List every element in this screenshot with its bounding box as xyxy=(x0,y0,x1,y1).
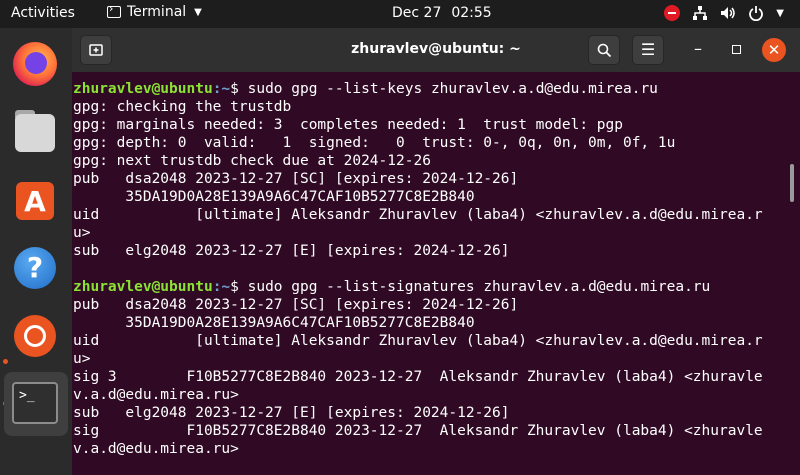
prompt-line: zhuravlev@ubuntu:~$ sudo gpg --list-keys… xyxy=(73,80,763,98)
line-text: u> xyxy=(73,225,91,241)
maximize-icon xyxy=(731,45,741,54)
output-line: uid [ultimate] Aleksandr Zhuravlev (laba… xyxy=(73,332,763,350)
prompt-user: zhuravlev@ubuntu xyxy=(73,279,213,295)
prompt-path: :~ xyxy=(212,279,231,295)
output-line: 35DA19D0A28E139A9A6C47CAF10B5277C8E2B840 xyxy=(73,188,763,206)
line-text: uid [ultimate] Aleksandr Zhuravlev (laba… xyxy=(73,207,763,223)
output-line: sig 3 F10B5277C8E2B840 2023-12-27 Aleksa… xyxy=(73,368,763,386)
search-icon xyxy=(597,43,611,58)
output-line: 35DA19D0A28E139A9A6C47CAF10B5277C8E2B840 xyxy=(73,314,763,332)
line-text: sub elg2048 2023-12-27 [E] [expires: 202… xyxy=(73,243,510,259)
terminal-output[interactable]: zhuravlev@ubuntu:~$ sudo gpg --list-keys… xyxy=(72,72,800,475)
app-menu-label: Terminal xyxy=(127,4,187,20)
output-line: u> xyxy=(73,224,763,242)
output-line: gpg: depth: 0 valid: 1 signed: 0 trust: … xyxy=(73,134,763,152)
output-line: gpg: checking the trustdb xyxy=(73,98,763,116)
files-icon xyxy=(15,114,55,152)
date-label: Dec 27 xyxy=(392,5,442,21)
output-line: uid [ultimate] Aleksandr Zhuravlev (laba… xyxy=(73,206,763,224)
output-line: sig F10B5277C8E2B840 2023-12-27 Aleksand… xyxy=(73,422,763,440)
line-text: 35DA19D0A28E139A9A6C47CAF10B5277C8E2B840 xyxy=(73,315,475,331)
software-icon: A xyxy=(16,182,54,220)
dock-terminal[interactable]: >_ xyxy=(4,372,68,436)
prompt-user: zhuravlev@ubuntu xyxy=(73,81,213,97)
output-line: pub dsa2048 2023-12-27 [SC] [expires: 20… xyxy=(73,170,763,188)
activities-button[interactable]: Activities xyxy=(11,5,75,21)
line-text: pub dsa2048 2023-12-27 [SC] [expires: 20… xyxy=(73,297,519,313)
chevron-down-icon[interactable]: ▼ xyxy=(776,8,784,19)
minimize-icon: – xyxy=(694,39,702,58)
output-line: v.a.d@edu.mirea.ru> xyxy=(73,386,763,404)
output-line: sub elg2048 2023-12-27 [E] [expires: 202… xyxy=(73,404,763,422)
search-button[interactable] xyxy=(588,35,620,65)
dock: A ? >_ xyxy=(0,28,72,475)
line-text: v.a.d@edu.mirea.ru> xyxy=(73,387,239,403)
top-bar: Activities Terminal ▼ Dec 27 02:55 ▼ xyxy=(0,0,800,28)
line-text: u> xyxy=(73,351,91,367)
line-text: gpg: next trustdb check due at 2024-12-2… xyxy=(73,153,431,169)
help-icon: ? xyxy=(14,247,56,289)
hamburger-icon: ☰ xyxy=(640,40,656,59)
line-text: gpg: checking the trustdb xyxy=(73,99,292,115)
system-tray[interactable]: ▼ xyxy=(664,5,784,21)
line-text: $ sudo gpg --list-keys zhuravlev.a.d@edu… xyxy=(230,81,658,97)
dock-help[interactable]: ? xyxy=(11,244,59,292)
power-icon[interactable] xyxy=(748,5,764,21)
line-text: 35DA19D0A28E139A9A6C47CAF10B5277C8E2B840 xyxy=(73,189,475,205)
line-text: sig F10B5277C8E2B840 2023-12-27 Aleksand… xyxy=(73,423,763,439)
line-text: sig 3 F10B5277C8E2B840 2023-12-27 Aleksa… xyxy=(73,369,763,385)
volume-icon[interactable] xyxy=(720,5,736,21)
close-icon: ✕ xyxy=(767,41,781,59)
output-line: gpg: marginals needed: 3 completes neede… xyxy=(73,116,763,134)
scrollbar[interactable] xyxy=(790,164,794,202)
minimize-button[interactable]: – xyxy=(686,38,710,62)
output-line: sub elg2048 2023-12-27 [E] [expires: 202… xyxy=(73,242,763,260)
line-text: v.a.d@edu.mirea.ru> xyxy=(73,441,239,457)
prompt-path: :~ xyxy=(212,81,231,97)
dock-ubuntu[interactable] xyxy=(11,312,59,360)
line-text: pub dsa2048 2023-12-27 [SC] [expires: 20… xyxy=(73,171,519,187)
output-line: pub dsa2048 2023-12-27 [SC] [expires: 20… xyxy=(73,296,763,314)
menu-button[interactable]: ☰ xyxy=(632,35,664,65)
terminal-icon xyxy=(107,2,121,18)
header-bar[interactable]: zhuravlev@ubuntu: ~ ☰ – ✕ xyxy=(72,28,800,72)
output-line: u> xyxy=(73,350,763,368)
prompt-line: zhuravlev@ubuntu:~$ sudo gpg --list-sign… xyxy=(73,278,763,296)
output-line: v.a.d@edu.mirea.ru> xyxy=(73,440,763,458)
terminal-icon: >_ xyxy=(12,382,58,424)
do-not-disturb-icon[interactable] xyxy=(664,5,681,21)
terminal-window: zhuravlev@ubuntu: ~ ☰ – ✕ zhuravlev@ubun… xyxy=(72,28,800,475)
network-icon[interactable] xyxy=(692,5,708,21)
terminal-lines: zhuravlev@ubuntu:~$ sudo gpg --list-keys… xyxy=(73,80,763,458)
line-text: uid [ultimate] Aleksandr Zhuravlev (laba… xyxy=(73,333,763,349)
dock-firefox[interactable] xyxy=(11,40,59,88)
line-text: $ sudo gpg --list-signatures zhuravlev.a… xyxy=(230,279,711,295)
maximize-button[interactable] xyxy=(724,38,748,62)
line-text: gpg: marginals needed: 3 completes neede… xyxy=(73,117,623,133)
time-label: 02:55 xyxy=(451,5,492,21)
clock[interactable]: Dec 27 02:55 xyxy=(392,5,492,21)
dock-files[interactable] xyxy=(11,108,59,156)
output-line: gpg: next trustdb check due at 2024-12-2… xyxy=(73,152,763,170)
close-button[interactable]: ✕ xyxy=(762,38,786,62)
line-text: sub elg2048 2023-12-27 [E] [expires: 202… xyxy=(73,405,510,421)
line-text: gpg: depth: 0 valid: 1 signed: 0 trust: … xyxy=(73,135,676,151)
app-menu-terminal[interactable]: Terminal ▼ xyxy=(107,2,202,20)
dock-ubuntu-software[interactable]: A xyxy=(11,176,59,224)
chevron-down-icon: ▼ xyxy=(194,6,202,18)
running-indicator xyxy=(3,359,8,364)
